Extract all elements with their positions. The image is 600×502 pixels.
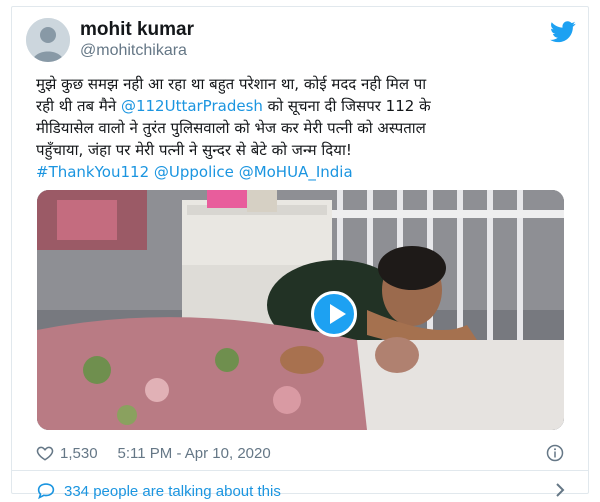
heart-icon[interactable] <box>36 444 54 462</box>
mention-mohua-india[interactable]: @MoHUA_India <box>239 163 353 181</box>
hospital-scene-image <box>37 190 564 430</box>
mention-112uttarpradesh[interactable]: @112UttarPradesh <box>121 97 263 115</box>
tweet-line-3: मीडियासेल वालो ने तुरंत पुलिसवालो को भेज… <box>36 119 426 137</box>
author-display-name[interactable]: mohit kumar <box>80 19 194 41</box>
avatar[interactable] <box>26 18 70 62</box>
hashtag-thankyou112[interactable]: #ThankYou112 <box>36 163 149 181</box>
tweet-line-2-end: को सूचना दी जिसपर 112 के <box>262 97 431 115</box>
default-avatar-icon <box>26 18 70 62</box>
author-handle[interactable]: @mohitchikara <box>80 42 187 60</box>
chevron-right-icon[interactable] <box>554 482 566 498</box>
mention-uppolice[interactable]: @Uppolice <box>154 163 234 181</box>
divider <box>12 470 588 471</box>
info-icon[interactable] <box>546 444 564 462</box>
speech-bubble-icon <box>37 483 55 500</box>
tweet-timestamp[interactable]: 5:11 PM - Apr 10, 2020 <box>118 445 271 462</box>
video-thumbnail[interactable] <box>37 190 564 430</box>
play-icon <box>330 304 346 324</box>
twitter-bird-icon[interactable] <box>550 21 576 43</box>
play-button[interactable] <box>311 291 357 337</box>
tweet-meta-row: 1,530 5:11 PM - Apr 10, 2020 <box>36 441 564 465</box>
tweet-line-2-start: रही थी तब मैने <box>36 97 121 115</box>
talking-about-label[interactable]: 334 people are talking about this <box>64 483 281 500</box>
conversation-link[interactable]: 334 people are talking about this <box>36 480 566 502</box>
tweet-line-4: पहुँचाया, जंहा पर मेरी पत्नी ने सुन्दर स… <box>36 141 352 159</box>
tweet-line-1: मुझे कुछ समझ नही आ रहा था बहुत परेशान था… <box>36 75 427 93</box>
tweet-header: mohit kumar @mohitchikara <box>24 15 576 67</box>
tweet-text: मुझे कुछ समझ नही आ रहा था बहुत परेशान था… <box>36 73 576 183</box>
like-count[interactable]: 1,530 <box>60 445 98 462</box>
tweet-card: mohit kumar @mohitchikara मुझे कुछ समझ न… <box>11 6 589 500</box>
